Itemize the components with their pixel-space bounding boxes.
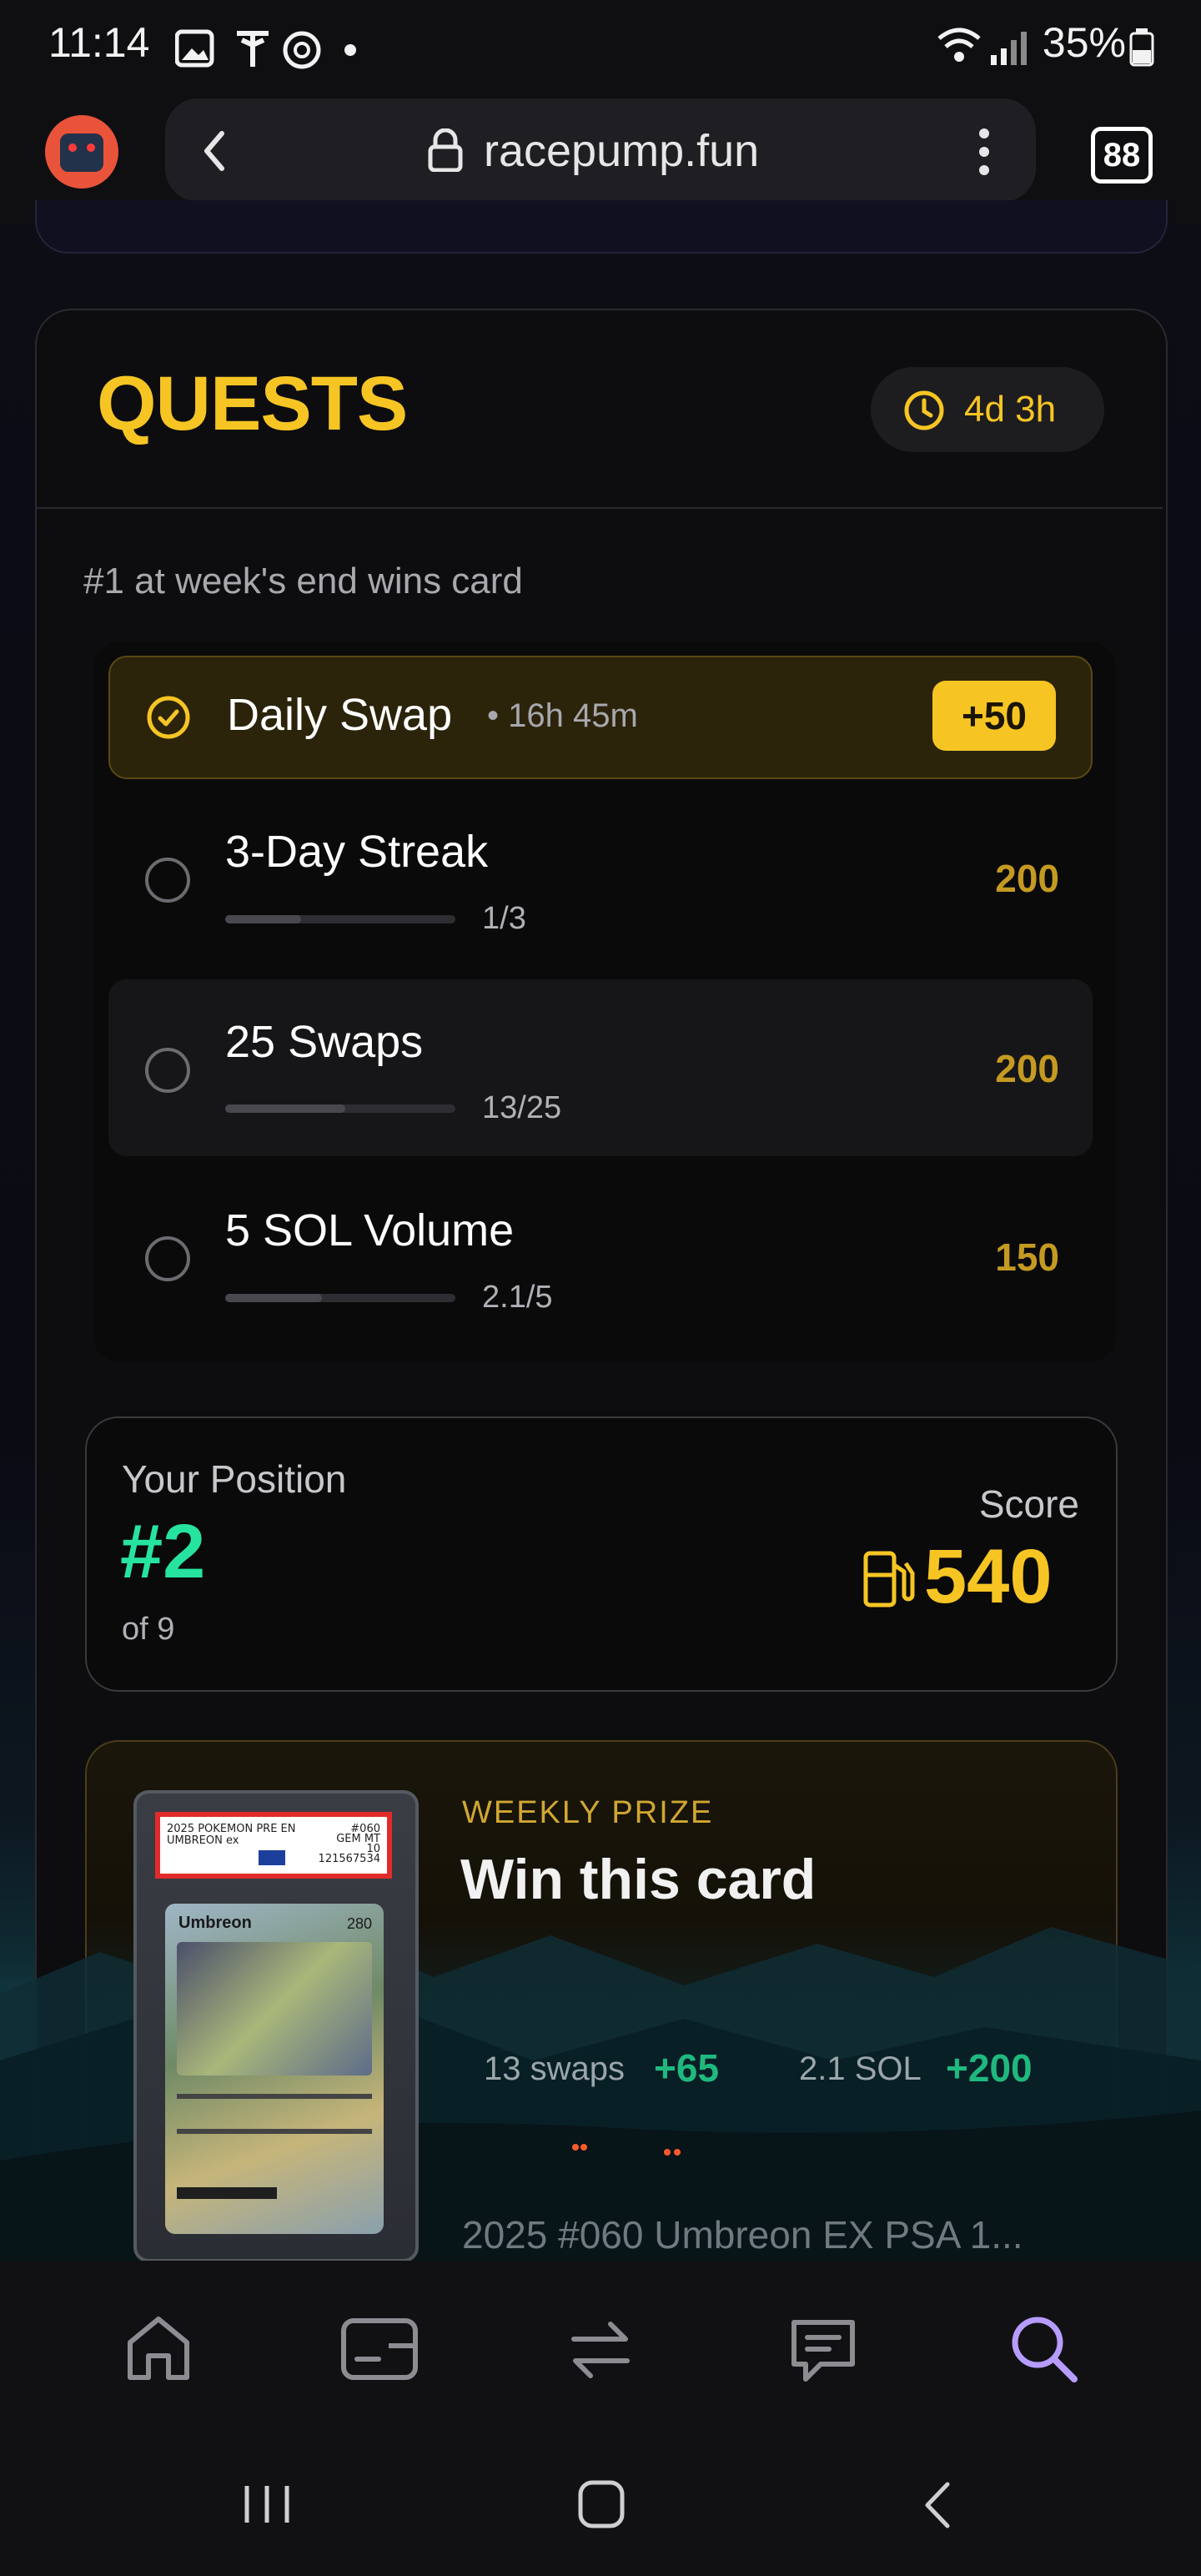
quest-title: 3-Day Streak [225, 827, 489, 877]
swap-icon[interactable] [567, 2314, 634, 2384]
quest-progress-bar [225, 915, 455, 923]
prize-stat-label: 13 swaps [484, 2050, 625, 2087]
prize-title: Win this card [460, 1848, 817, 1911]
score-label: Score [978, 1482, 1079, 1526]
back-system-icon[interactable] [921, 2481, 954, 2529]
prize-stat-value: +65 [654, 2046, 720, 2090]
chat-icon[interactable] [787, 2316, 859, 2384]
quest-points: 200 [995, 1047, 1059, 1090]
position-total: of 9 [122, 1612, 175, 1647]
quest-title: Daily Swap [227, 690, 453, 740]
search-icon[interactable] [1009, 2314, 1079, 2384]
wifi-signal-icon [937, 28, 1027, 65]
quest-progress-text: 2.1/5 [482, 1280, 553, 1315]
home-icon[interactable] [125, 2314, 192, 2382]
psa-logo [259, 1850, 285, 1865]
battery-percentage: 35% [1042, 19, 1126, 66]
more-options-icon[interactable] [976, 125, 992, 179]
quest-points: 150 [995, 1235, 1059, 1279]
quest-points-badge: +50 [932, 681, 1056, 751]
quest-progress-text: 13/25 [482, 1090, 562, 1125]
quest-title: 25 Swaps [225, 1017, 424, 1067]
avatar[interactable] [45, 115, 118, 189]
fuel-pump-icon [863, 1551, 915, 1607]
check-circle-icon [147, 696, 190, 739]
incomplete-circle-icon [145, 1048, 190, 1093]
quest-time-left: • 16h 45m [487, 697, 638, 734]
psa-slab-image: 2025 POKEMON PRE EN UMBREON ex #060 GEM … [133, 1790, 419, 2262]
quests-title: QUESTS [97, 361, 408, 446]
incomplete-circle-icon [145, 1236, 190, 1281]
incomplete-circle-icon [145, 858, 190, 903]
quest-timer-text: 4d 3h [964, 389, 1057, 430]
back-chevron-icon[interactable] [202, 130, 227, 172]
position-rank: #2 [120, 1509, 206, 1594]
url-text: racepump.fun [484, 126, 760, 176]
tab-count-button[interactable]: 88 [1091, 127, 1153, 184]
prize-eyebrow: WEEKLY PRIZE [462, 1795, 714, 1830]
slab-label-line2: UMBREON ex [167, 1834, 239, 1847]
score-value: 540 [924, 1534, 1053, 1619]
card-inner-name: Umbreon [178, 1914, 252, 1932]
lock-icon [428, 128, 463, 172]
quests-subtitle: #1 at week's end wins card [83, 561, 523, 601]
divider [37, 507, 1163, 509]
quest-points: 200 [995, 857, 1059, 900]
quest-progress-text: 1/3 [482, 901, 526, 936]
wallet-icon[interactable] [340, 2317, 419, 2381]
card-inner-hp: 280 [346, 1915, 372, 1932]
quest-progress-fill [225, 915, 301, 923]
battery-icon [1129, 28, 1154, 67]
recent-apps-icon[interactable] [242, 2483, 292, 2526]
status-time: 11:14 [48, 19, 150, 66]
prize-stat-label: 2.1 SOL [799, 2050, 922, 2087]
slab-label-line1: 2025 POKEMON PRE EN [167, 1823, 296, 1835]
position-label: Your Position [122, 1457, 347, 1501]
prize-card-name: 2025 #060 Umbreon EX PSA 1... [462, 2213, 1023, 2257]
pokemon-card-art: Umbreon 280 [165, 1904, 384, 2234]
slab-cert: 121567534 [318, 1853, 380, 1865]
status-notification-icons [175, 29, 356, 69]
quest-progress-bar [225, 1294, 455, 1302]
quest-progress-bar [225, 1104, 455, 1113]
quest-progress-fill [225, 1104, 345, 1113]
previous-card-edge [35, 200, 1168, 254]
prize-stat-value: +200 [946, 2046, 1033, 2090]
quest-progress-fill [225, 1294, 322, 1302]
clock-icon [904, 390, 944, 430]
quest-title: 5 SOL Volume [225, 1205, 515, 1255]
home-system-icon[interactable] [577, 2479, 626, 2529]
